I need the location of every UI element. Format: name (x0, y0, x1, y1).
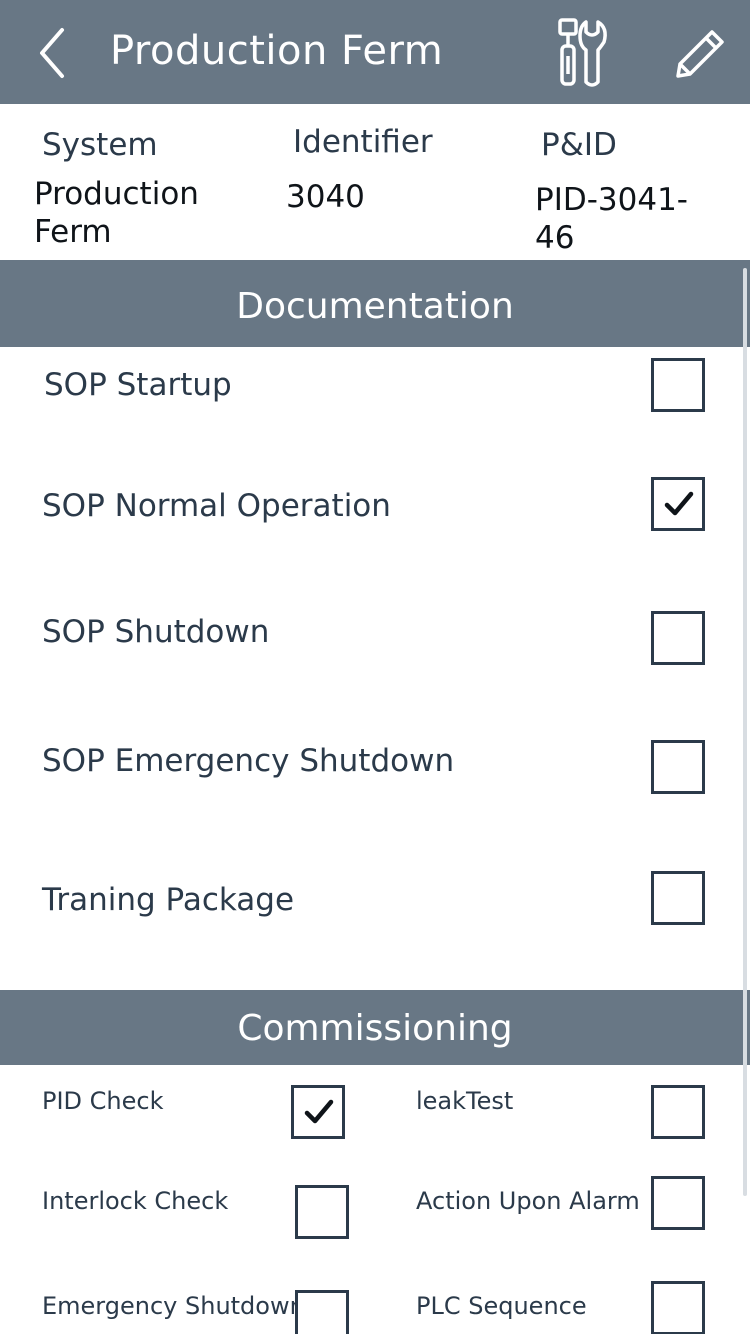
doc-item-sop-startup: SOP Startup (44, 367, 232, 403)
checkbox-emergency-shutdown[interactable] (295, 1290, 349, 1334)
system-info: System Identifier P&ID Production Ferm 3… (0, 0, 750, 260)
doc-item-training-package: Traning Package (42, 882, 295, 918)
com-item-emergency-shutdown: Emergency Shutdown (42, 1292, 305, 1320)
identifier-value: 3040 (286, 179, 365, 215)
checkmark-icon (664, 491, 694, 516)
checkbox-training-package[interactable] (651, 871, 705, 925)
checkmark-icon (304, 1099, 334, 1124)
system-label: System (42, 127, 158, 163)
checkbox-sop-normal-operation[interactable] (651, 477, 705, 531)
checkbox-sop-shutdown[interactable] (651, 611, 705, 665)
checkbox-plc-sequence[interactable] (651, 1281, 705, 1334)
checkbox-pid-check[interactable] (291, 1085, 345, 1139)
documentation-header: Documentation (0, 260, 750, 347)
checkbox-sop-startup[interactable] (651, 358, 705, 412)
scrollbar[interactable] (743, 268, 747, 1196)
com-item-leak-test: leakTest (416, 1087, 514, 1115)
doc-item-sop-shutdown: SOP Shutdown (42, 614, 270, 650)
pid-label: P&ID (541, 127, 617, 163)
com-item-plc-sequence: PLC Sequence (416, 1292, 587, 1320)
com-item-pid-check: PID Check (42, 1087, 164, 1115)
doc-item-sop-normal-operation: SOP Normal Operation (42, 488, 391, 524)
system-value: Production Ferm (34, 176, 199, 250)
checkbox-interlock-check[interactable] (295, 1185, 349, 1239)
checkbox-sop-emergency-shutdown[interactable] (651, 740, 705, 794)
identifier-label: Identifier (293, 124, 433, 160)
pid-value: PID-3041-46 (535, 182, 688, 256)
doc-item-sop-emergency-shutdown: SOP Emergency Shutdown (42, 743, 455, 779)
checkbox-action-upon-alarm[interactable] (651, 1176, 705, 1230)
com-item-action-upon-alarm: Action Upon Alarm (416, 1187, 640, 1215)
commissioning-header: Commissioning (0, 990, 750, 1065)
com-item-interlock-check: Interlock Check (42, 1187, 229, 1215)
checkbox-leak-test[interactable] (651, 1085, 705, 1139)
